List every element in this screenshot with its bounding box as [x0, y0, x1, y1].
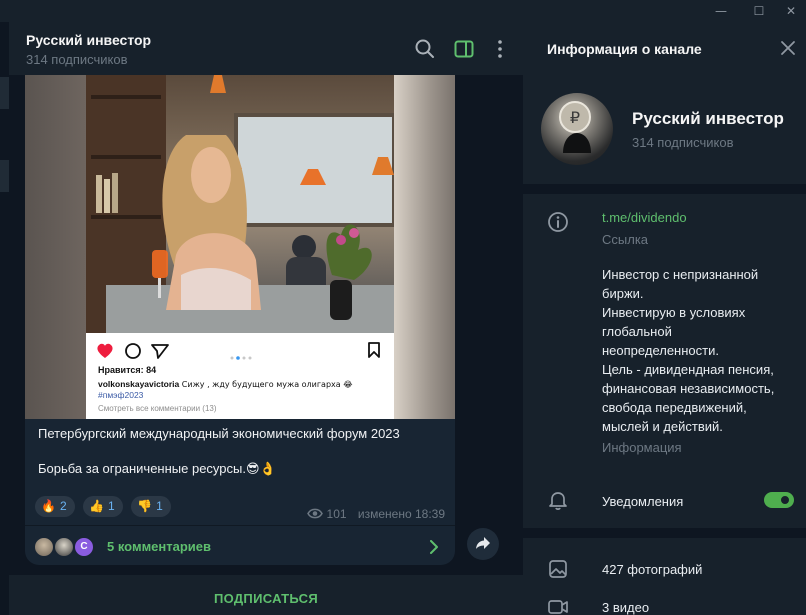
- channel-subscribers: 314 подписчиков: [632, 135, 734, 150]
- info-icon: [548, 212, 568, 232]
- ruble-coin-icon: ₽: [559, 101, 591, 153]
- instagram-action-icons: [97, 343, 169, 359]
- post-text-line2: Борьба за ограниченные ресурсы.😎👌: [38, 461, 276, 476]
- description-line: глобальной: [602, 324, 672, 339]
- description-line: свобода передвижений,: [602, 400, 747, 415]
- instagram-card: Нравится: 84 volkonskayavictoria Сижу , …: [86, 333, 394, 419]
- chevron-right-icon[interactable]: [429, 540, 439, 554]
- channel-post[interactable]: Нравится: 84 volkonskayavictoria Сижу , …: [25, 75, 455, 565]
- description-line: неопределенности.: [602, 343, 719, 358]
- reaction-count: 2: [59, 499, 67, 513]
- channel-description: Инвестор с непризнанной биржи. Инвестиру…: [602, 265, 792, 436]
- channel-name: Русский инвестор: [632, 109, 784, 128]
- fire-emoji: 🔥: [41, 499, 56, 513]
- videos-count[interactable]: 3 видео: [602, 600, 649, 615]
- instagram-caption-text: Сижу , жду будущего мужа олигарха 😂: [179, 380, 353, 389]
- description-line: Цель - дивидендная пенсия,: [602, 362, 774, 377]
- description-line: финансовая независимость,: [602, 381, 775, 396]
- reactions-row: 🔥 2 👍 1 👎 1: [35, 496, 175, 518]
- reaction-thumbs-down[interactable]: 👎 1: [131, 496, 171, 517]
- comments-count[interactable]: 5 комментариев: [107, 539, 211, 554]
- notifications-toggle[interactable]: [764, 492, 794, 508]
- window-close-button[interactable]: ✕: [776, 0, 806, 22]
- subscribe-bar[interactable]: ПОДПИСАТЬСЯ: [9, 575, 523, 615]
- post-meta: 101 изменено 18:39: [306, 507, 445, 521]
- video-icon: [548, 600, 568, 614]
- notifications-label: Уведомления: [602, 494, 684, 509]
- channel-link[interactable]: t.me/dividendo: [602, 210, 687, 225]
- description-line: биржи.: [602, 286, 644, 301]
- chat-messages[interactable]: Нравится: 84 volkonskayavictoria Сижу , …: [9, 75, 523, 575]
- divider: [523, 528, 806, 538]
- search-icon[interactable]: [414, 38, 436, 60]
- divider: [523, 184, 806, 194]
- commenter-avatar: [53, 536, 75, 558]
- chat-title[interactable]: Русский инвестор: [26, 32, 151, 48]
- commenter-avatar: [33, 536, 55, 558]
- carousel-dots: [230, 347, 260, 360]
- instagram-username: volkonskayavictoria: [98, 379, 180, 389]
- thumbs-down-emoji: 👎: [137, 499, 153, 513]
- toggle-knob: [779, 494, 791, 506]
- photo-icon: [549, 560, 567, 578]
- description-line: Инвестирую в условиях: [602, 305, 746, 320]
- channel-info-panel: Информация о канале ₽ Русский инвестор 3…: [523, 22, 806, 615]
- share-button[interactable]: [467, 528, 499, 560]
- window-titlebar: — ☐ ✕: [0, 0, 806, 22]
- photo-blur-right: [394, 75, 455, 419]
- restaurant-photo: [86, 75, 396, 333]
- photo-illustration: [86, 75, 396, 333]
- comments-bar[interactable]: C 5 комментариев: [25, 525, 455, 565]
- chat-list-item[interactable]: [0, 77, 9, 109]
- maximize-button[interactable]: ☐: [744, 0, 774, 22]
- instagram-view-comments: Смотреть все комментарии (13): [98, 404, 217, 413]
- photos-count[interactable]: 427 фотографий: [602, 562, 702, 577]
- post-photo[interactable]: Нравится: 84 volkonskayavictoria Сижу , …: [25, 75, 455, 419]
- photo-blur-left: [25, 75, 86, 419]
- share-arrow-icon: [476, 537, 490, 549]
- view-count: 101: [326, 507, 347, 521]
- eye-icon: [306, 508, 323, 519]
- reaction-count: 1: [108, 499, 115, 513]
- thumbs-up-emoji: 👍: [89, 499, 105, 513]
- info-panel-title: Информация о канале: [547, 41, 702, 57]
- description-line: мыслей и действий.: [602, 419, 723, 434]
- chat-list-item[interactable]: [0, 160, 9, 192]
- bell-icon: [549, 492, 567, 510]
- description-label: Информация: [602, 440, 682, 455]
- reaction-thumbs-up[interactable]: 👍 1: [83, 496, 123, 517]
- channel-avatar[interactable]: ₽: [541, 93, 613, 165]
- instagram-caption: volkonskayavictoria Сижу , жду будущего …: [98, 379, 353, 389]
- chat-subscriber-count: 314 подписчиков: [26, 52, 128, 67]
- edited-timestamp: изменено 18:39: [357, 507, 445, 521]
- instagram-likes: Нравится: 84: [98, 365, 157, 375]
- reaction-fire[interactable]: 🔥 2: [35, 496, 75, 517]
- subscribe-button[interactable]: ПОДПИСАТЬСЯ: [214, 591, 318, 606]
- instagram-hashtag: #пмэф2023: [98, 390, 144, 400]
- close-icon[interactable]: [778, 38, 798, 58]
- commenter-avatar: C: [73, 536, 95, 558]
- more-vertical-icon[interactable]: [489, 38, 511, 60]
- sidebar-toggle-icon[interactable]: [453, 38, 475, 60]
- reaction-count: 1: [156, 499, 163, 513]
- bookmark-icon: [368, 342, 380, 358]
- chat-list-edge: [0, 22, 9, 615]
- chat-header[interactable]: Русский инвестор 314 подписчиков: [9, 22, 523, 75]
- post-text-line1: Петербургский международный экономически…: [38, 426, 400, 441]
- description-line: Инвестор с непризнанной: [602, 267, 759, 282]
- link-label: Ссылка: [602, 232, 649, 247]
- minimize-button[interactable]: —: [706, 0, 736, 22]
- svg-text:₽: ₽: [570, 108, 580, 127]
